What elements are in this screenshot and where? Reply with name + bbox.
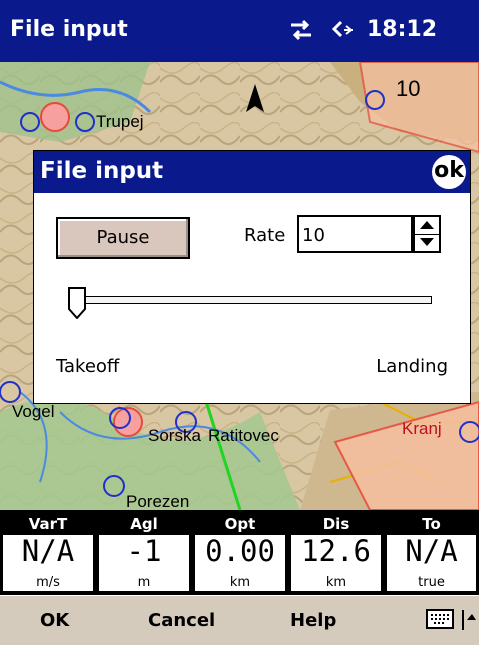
input-menu-up-icon[interactable] [462, 608, 476, 632]
map-label-sorska: Sorska [148, 426, 201, 445]
dialog-header: File input ok [34, 151, 470, 193]
spinner-down-icon[interactable] [415, 234, 439, 251]
infobox-unit: km [325, 575, 347, 590]
map-label-porezen: Porezen [126, 492, 190, 510]
softkey-bar: OK Cancel Help [0, 595, 479, 645]
ok-button[interactable]: ok [432, 155, 466, 189]
pause-button[interactable]: Pause [56, 217, 190, 259]
infobox-value: N/A [405, 534, 458, 568]
infobox-value: 0.00 [205, 534, 275, 568]
help-softkey[interactable]: Help [290, 610, 336, 631]
takeoff-label: Takeoff [56, 356, 120, 377]
infobox-unit: m/s [36, 575, 60, 590]
infobox-value: N/A [21, 534, 75, 568]
cancel-softkey[interactable]: Cancel [148, 610, 215, 631]
connectivity-icon[interactable] [287, 18, 315, 42]
infobox-title: Dis [322, 515, 350, 533]
infobox-vart[interactable]: VarT N/A m/s [0, 515, 96, 593]
map-label-trupej: Trupej [96, 112, 144, 131]
map-label-ratitovec: Ratitovec [208, 426, 279, 445]
landing-label: Landing [376, 356, 448, 377]
rate-input[interactable]: 10 [297, 215, 413, 253]
speaker-icon[interactable] [327, 18, 355, 42]
status-area: 18:12 [287, 17, 437, 42]
playback-slider-thumb[interactable] [68, 287, 86, 320]
infobox-to[interactable]: To N/A true [384, 515, 479, 593]
clock[interactable]: 18:12 [367, 17, 437, 42]
app-title: File input [10, 17, 128, 42]
infobox-dis[interactable]: Dis 12.6 km [288, 515, 384, 593]
infobox-title: To [422, 515, 441, 533]
rate-label: Rate [244, 225, 286, 246]
map-label-kranj: Kranj [402, 419, 442, 438]
infobox-value: 12.6 [301, 534, 371, 568]
infobox-unit: true [418, 575, 445, 590]
dialog-title: File input [40, 158, 164, 184]
playback-slider-track[interactable] [68, 296, 432, 304]
infobox-unit: m [137, 575, 151, 590]
infobox-title: VarT [28, 515, 68, 533]
infobox-title: Opt [224, 515, 256, 533]
infobox-agl[interactable]: Agl -1 m [96, 515, 192, 593]
keyboard-icon[interactable] [426, 607, 456, 631]
infobox-unit: km [229, 575, 251, 590]
map-label-vogel: Vogel [12, 402, 55, 421]
file-input-dialog: File input ok Pause Rate 10 Takeoff Land… [33, 150, 471, 404]
rate-spinner[interactable] [413, 215, 441, 253]
infobox-value: -1 [126, 534, 162, 568]
title-bar: File input 18:12 [0, 0, 479, 62]
infobox-title: Agl [130, 515, 158, 533]
infobox-opt[interactable]: Opt 0.00 km [192, 515, 288, 593]
spinner-up-icon[interactable] [415, 217, 439, 235]
ok-softkey[interactable]: OK [40, 610, 69, 631]
dialog-body: Pause Rate 10 Takeoff Landing [34, 193, 470, 403]
infobox-bar: VarT N/A m/s Agl -1 m Opt 0.00 km Dis 12… [0, 515, 479, 593]
map-scale-label: 10 [396, 76, 421, 101]
